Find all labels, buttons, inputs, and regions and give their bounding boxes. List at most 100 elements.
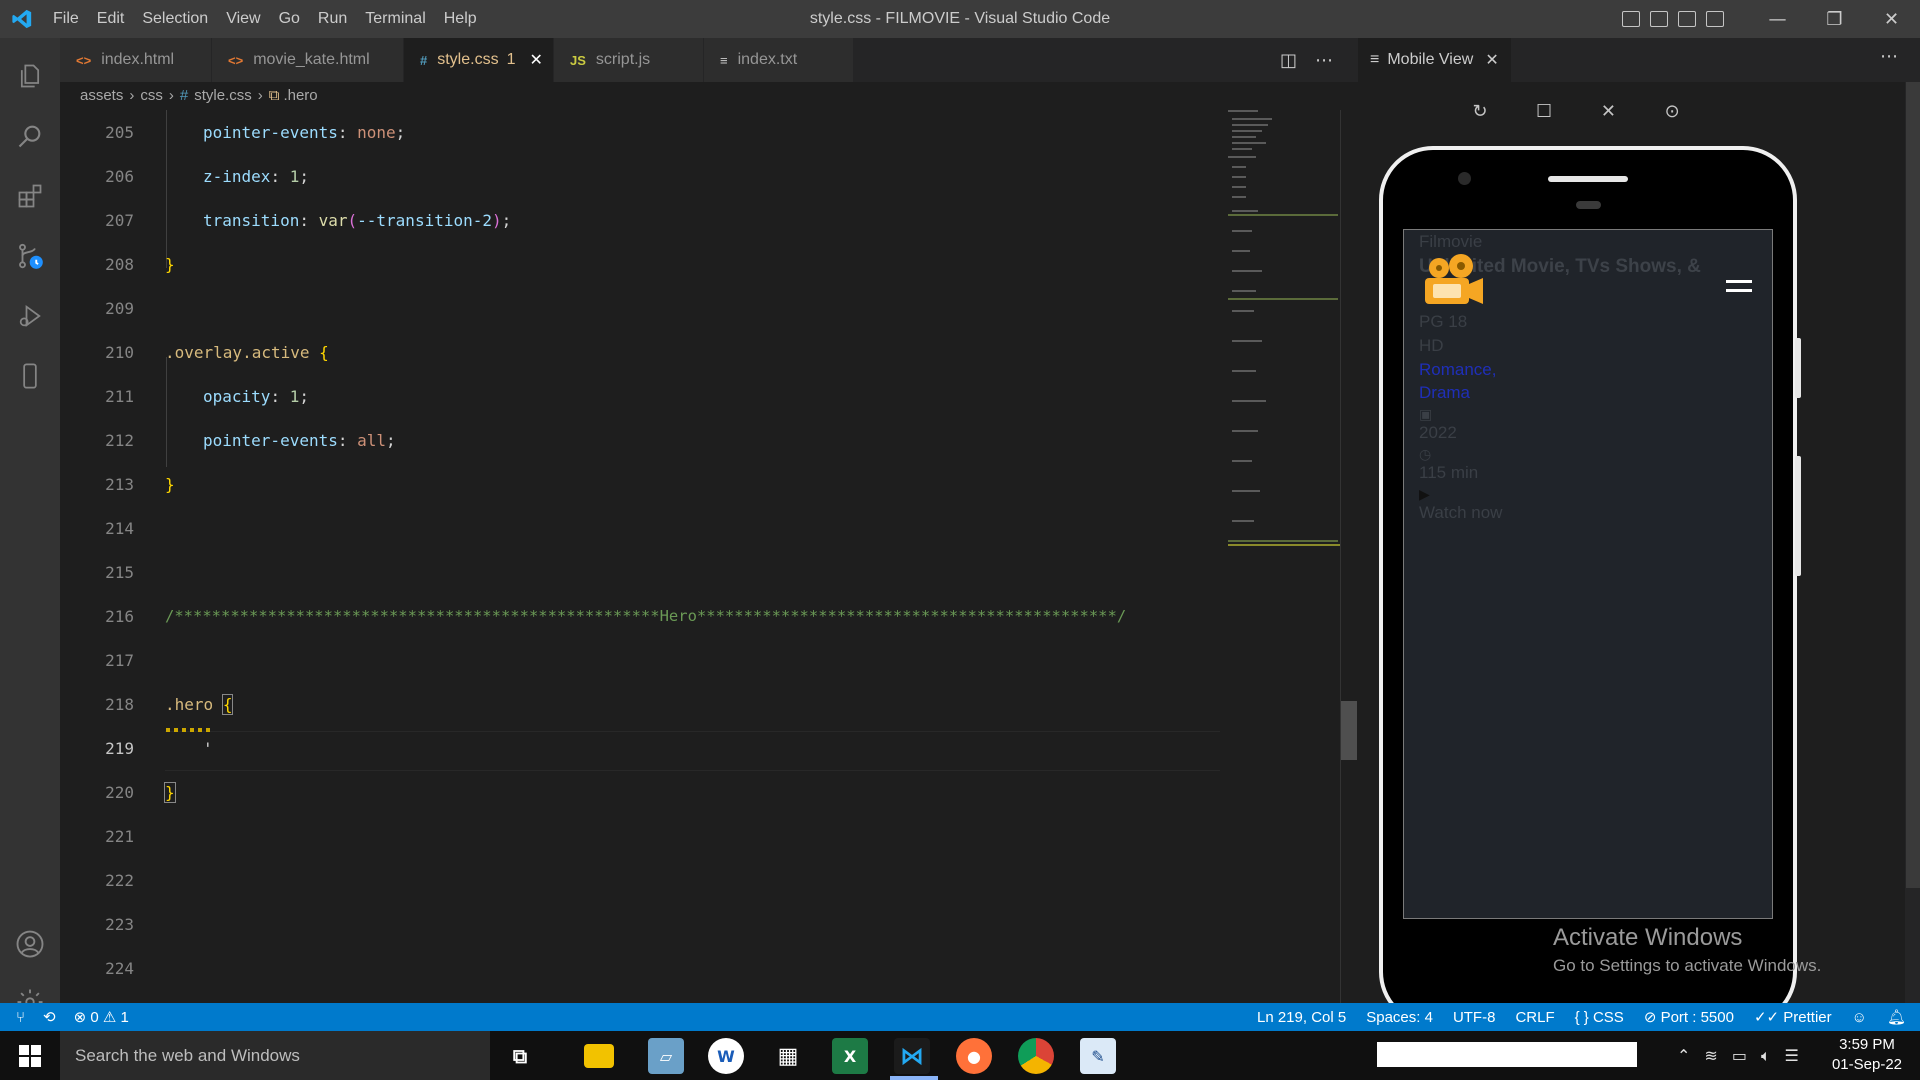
customize-layout-icon[interactable] — [1706, 11, 1724, 27]
toggle-secondary-sidebar-icon[interactable] — [1678, 11, 1696, 27]
close-preview-icon[interactable]: ✕ — [1601, 101, 1616, 122]
panel-scrollbar[interactable] — [1906, 82, 1920, 888]
system-tray: ⌃ ≋ ▭ 🔈︎ ☰ — [1677, 1031, 1799, 1080]
tab-style-css[interactable]: # style.css 1 ✕ — [404, 38, 554, 82]
source-control-icon[interactable] — [0, 228, 60, 284]
feedback-icon[interactable]: ☺ — [1852, 1009, 1867, 1026]
encoding[interactable]: UTF-8 — [1453, 1009, 1496, 1026]
cursor-position[interactable]: Ln 219, Col 5 — [1257, 1009, 1346, 1026]
rotate-icon[interactable]: ☐ — [1536, 101, 1552, 122]
windows-start-icon[interactable] — [0, 1031, 60, 1080]
brand-text: Filmovie — [1419, 232, 1483, 251]
problems-indicator[interactable]: ⊗ 0 ⚠ 1 — [74, 1008, 129, 1026]
close-tab-icon[interactable]: ✕ — [1485, 50, 1498, 70]
menu-bar: File Edit Selection View Go Run Terminal… — [44, 0, 486, 38]
menu-go[interactable]: Go — [270, 10, 309, 28]
warning-count: 1 — [120, 1009, 129, 1026]
scrollbar-thumb[interactable] — [1341, 701, 1357, 760]
battery-icon[interactable]: ▭ — [1732, 1046, 1747, 1065]
refresh-icon[interactable]: ↻ — [1472, 101, 1487, 122]
tab-movie-kate-html[interactable]: <> movie_kate.html — [212, 38, 404, 82]
live-server-port[interactable]: ⊘ Port : 5500 — [1644, 1008, 1734, 1026]
code-editor[interactable]: 205 pointer-events: none; 206 z-index: 1; … — [60, 110, 1358, 1003]
line-number: 224 — [105, 958, 134, 978]
taskbar-clock[interactable]: 3:59 PM 01-Sep-22 — [1826, 1031, 1908, 1080]
tab-index-html[interactable]: <> index.html — [60, 38, 212, 82]
code-line: 219 ' — [60, 726, 1220, 770]
toggle-panel-icon[interactable] — [1650, 11, 1668, 27]
minimap[interactable] — [1228, 110, 1340, 580]
menu-view[interactable]: View — [217, 10, 269, 28]
menu-terminal[interactable]: Terminal — [356, 10, 434, 28]
clock-date: 01-Sep-22 — [1831, 1056, 1903, 1073]
remote-branch-icon[interactable]: ⑂ — [16, 1009, 25, 1026]
menu-edit[interactable]: Edit — [88, 10, 134, 28]
run-debug-icon[interactable] — [0, 288, 60, 344]
notes-app-icon[interactable]: ▱ — [648, 1038, 684, 1074]
menu-help[interactable]: Help — [435, 10, 486, 28]
editor-scrollbar[interactable] — [1340, 110, 1357, 1003]
wifi-icon[interactable]: ≋ — [1704, 1046, 1717, 1065]
minimize-icon[interactable]: — — [1749, 0, 1806, 38]
toggle-primary-sidebar-icon[interactable] — [1622, 11, 1640, 27]
tab-index-txt[interactable]: ≡ index.txt — [704, 38, 854, 82]
breadcrumb-assets[interactable]: assets — [80, 87, 123, 104]
paint-app-icon[interactable]: ✎ — [1080, 1038, 1116, 1074]
line-number: 217 — [105, 650, 134, 670]
taskbar-search-box[interactable]: Search the web and Windows — [60, 1031, 490, 1080]
tab-mobile-view[interactable]: ≡ Mobile View ✕ — [1358, 38, 1511, 82]
task-view-icon[interactable]: ⧉ — [502, 1038, 538, 1074]
file-explorer-icon[interactable] — [584, 1044, 614, 1068]
language-mode[interactable]: { } CSS — [1575, 1009, 1624, 1026]
action-center-icon[interactable]: ☰ — [1785, 1046, 1799, 1065]
clock-icon: ◷ — [1419, 446, 1432, 462]
extensions-icon[interactable] — [0, 168, 60, 224]
more-actions-icon[interactable]: ⋯ — [1880, 46, 1898, 67]
indentation[interactable]: Spaces: 4 — [1366, 1009, 1433, 1026]
split-editor-icon[interactable]: ◫ — [1280, 50, 1297, 71]
explorer-icon[interactable] — [0, 48, 60, 104]
screenshot-camera-icon[interactable]: ⊙ — [1665, 101, 1680, 122]
close-tab-icon[interactable]: ✕ — [529, 50, 542, 70]
menu-run[interactable]: Run — [309, 10, 356, 28]
close-window-icon[interactable]: ✕ — [1863, 0, 1920, 38]
browser-app-icon[interactable]: W — [708, 1038, 744, 1074]
tray-up-chevron-icon[interactable]: ⌃ — [1677, 1046, 1690, 1065]
phone-screen[interactable]: Filmovie Unlimited Movie, TVs Shows, & P… — [1403, 229, 1773, 919]
more-actions-icon[interactable]: ⋯ — [1315, 50, 1333, 71]
watch-now-button[interactable]: Watch now — [1419, 503, 1502, 523]
vscode-taskbar-icon[interactable]: ⋈ — [894, 1038, 930, 1074]
end-of-line[interactable]: CRLF — [1515, 1009, 1554, 1026]
excel-icon[interactable]: X — [832, 1038, 868, 1074]
problem-count-badge: 1 — [506, 51, 516, 68]
status-bar: ⑂ ⟲ ⊗ 0 ⚠ 1 Ln 219, Col 5 Spaces: 4 UTF-… — [0, 1003, 1920, 1031]
accounts-icon[interactable] — [0, 916, 60, 972]
live-share-icon[interactable]: ⟲ — [43, 1008, 56, 1026]
genre-link-romance[interactable]: Romance, — [1419, 360, 1496, 380]
menu-selection[interactable]: Selection — [133, 10, 217, 28]
line-code: /***************************************… — [165, 607, 1127, 625]
firefox-icon[interactable]: ● — [956, 1038, 992, 1074]
prettier-status[interactable]: ✓✓ Prettier — [1754, 1008, 1832, 1026]
breadcrumb-css[interactable]: css — [140, 87, 163, 104]
hamburger-menu-icon[interactable] — [1726, 280, 1752, 292]
breadcrumb-hero[interactable]: .hero — [283, 87, 317, 104]
genre-link-drama[interactable]: Drama — [1419, 383, 1470, 403]
taskbar-address-box[interactable] — [1377, 1042, 1637, 1067]
line-code: } — [165, 474, 175, 494]
volume-icon[interactable]: 🔈︎ — [1761, 1046, 1771, 1066]
breadcrumb-style-css[interactable]: style.css — [194, 87, 252, 104]
calculator-icon[interactable]: ▦ — [770, 1038, 806, 1074]
code-line: 223 — [60, 902, 1220, 946]
menu-file[interactable]: File — [44, 10, 88, 28]
tab-script-js[interactable]: JS script.js — [554, 38, 704, 82]
movie-camera-logo-icon[interactable] — [1419, 254, 1485, 310]
notifications-bell-icon[interactable]: 🔔︎ — [1887, 1008, 1906, 1026]
mobile-view-icon[interactable] — [0, 348, 60, 404]
restore-icon[interactable]: ❐ — [1806, 0, 1863, 38]
search-icon[interactable] — [0, 108, 60, 164]
vscode-logo-icon — [0, 0, 44, 38]
activate-subtitle: Go to Settings to activate Windows. — [1553, 956, 1822, 975]
line-code: ' — [203, 738, 213, 758]
chrome-icon[interactable] — [1018, 1038, 1054, 1074]
